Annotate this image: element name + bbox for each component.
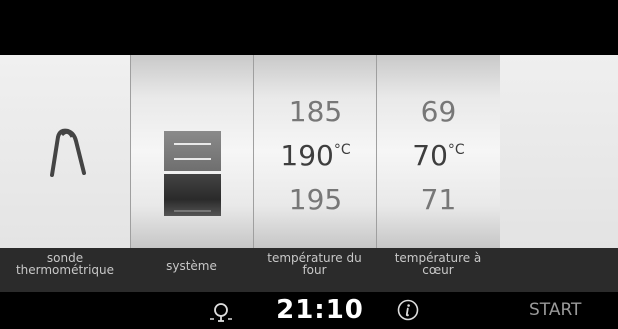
core-temp-current: 70°C (377, 139, 500, 172)
oven-temp-prev: 185 (288, 95, 343, 128)
core-temp-next: 71 (420, 183, 457, 216)
core-label-line2: cœur (422, 263, 454, 277)
oven-label-line2: four (302, 263, 327, 277)
probe-label-line2: thermométrique (15, 263, 115, 277)
oven-label: température du four (253, 252, 376, 276)
core-label: température à cœur (376, 252, 500, 276)
settings-panel: 185 190°C 195 69 70°C 71 (0, 55, 618, 248)
divider (174, 158, 211, 160)
core-temp-value: 70 (412, 139, 448, 172)
oven-temp-next: 195 (288, 183, 343, 216)
bottom-bar: 21:10 START (0, 292, 618, 329)
core-temp-prev: 69 (420, 95, 457, 128)
system-selector[interactable] (130, 55, 254, 248)
column-labels: sonde thermométrique système température… (0, 248, 618, 292)
oven-temp-unit: °C (333, 142, 351, 158)
info-icon[interactable] (397, 299, 419, 321)
divider (174, 143, 211, 145)
core-temperature-selector[interactable]: 69 70°C 71 (376, 55, 502, 248)
probe-label: sonde thermométrique (0, 252, 130, 276)
start-button[interactable]: START (529, 300, 581, 320)
system-label: système (166, 259, 217, 273)
top-bar (0, 0, 618, 55)
oven-temp-current: 190°C (254, 139, 377, 172)
divider (174, 210, 211, 212)
clock-display[interactable]: 21:10 (270, 295, 370, 325)
system-lower-panel (164, 174, 221, 216)
empty-column (500, 55, 618, 248)
oven-temp-value: 190 (280, 139, 334, 172)
thermometer-probe-icon (50, 128, 86, 177)
oven-temperature-selector[interactable]: 185 190°C 195 (253, 55, 377, 248)
light-bulb-icon[interactable] (207, 298, 235, 326)
probe-column[interactable] (0, 55, 130, 248)
core-temp-unit: °C (447, 142, 465, 158)
system-layers-icon (164, 131, 221, 171)
